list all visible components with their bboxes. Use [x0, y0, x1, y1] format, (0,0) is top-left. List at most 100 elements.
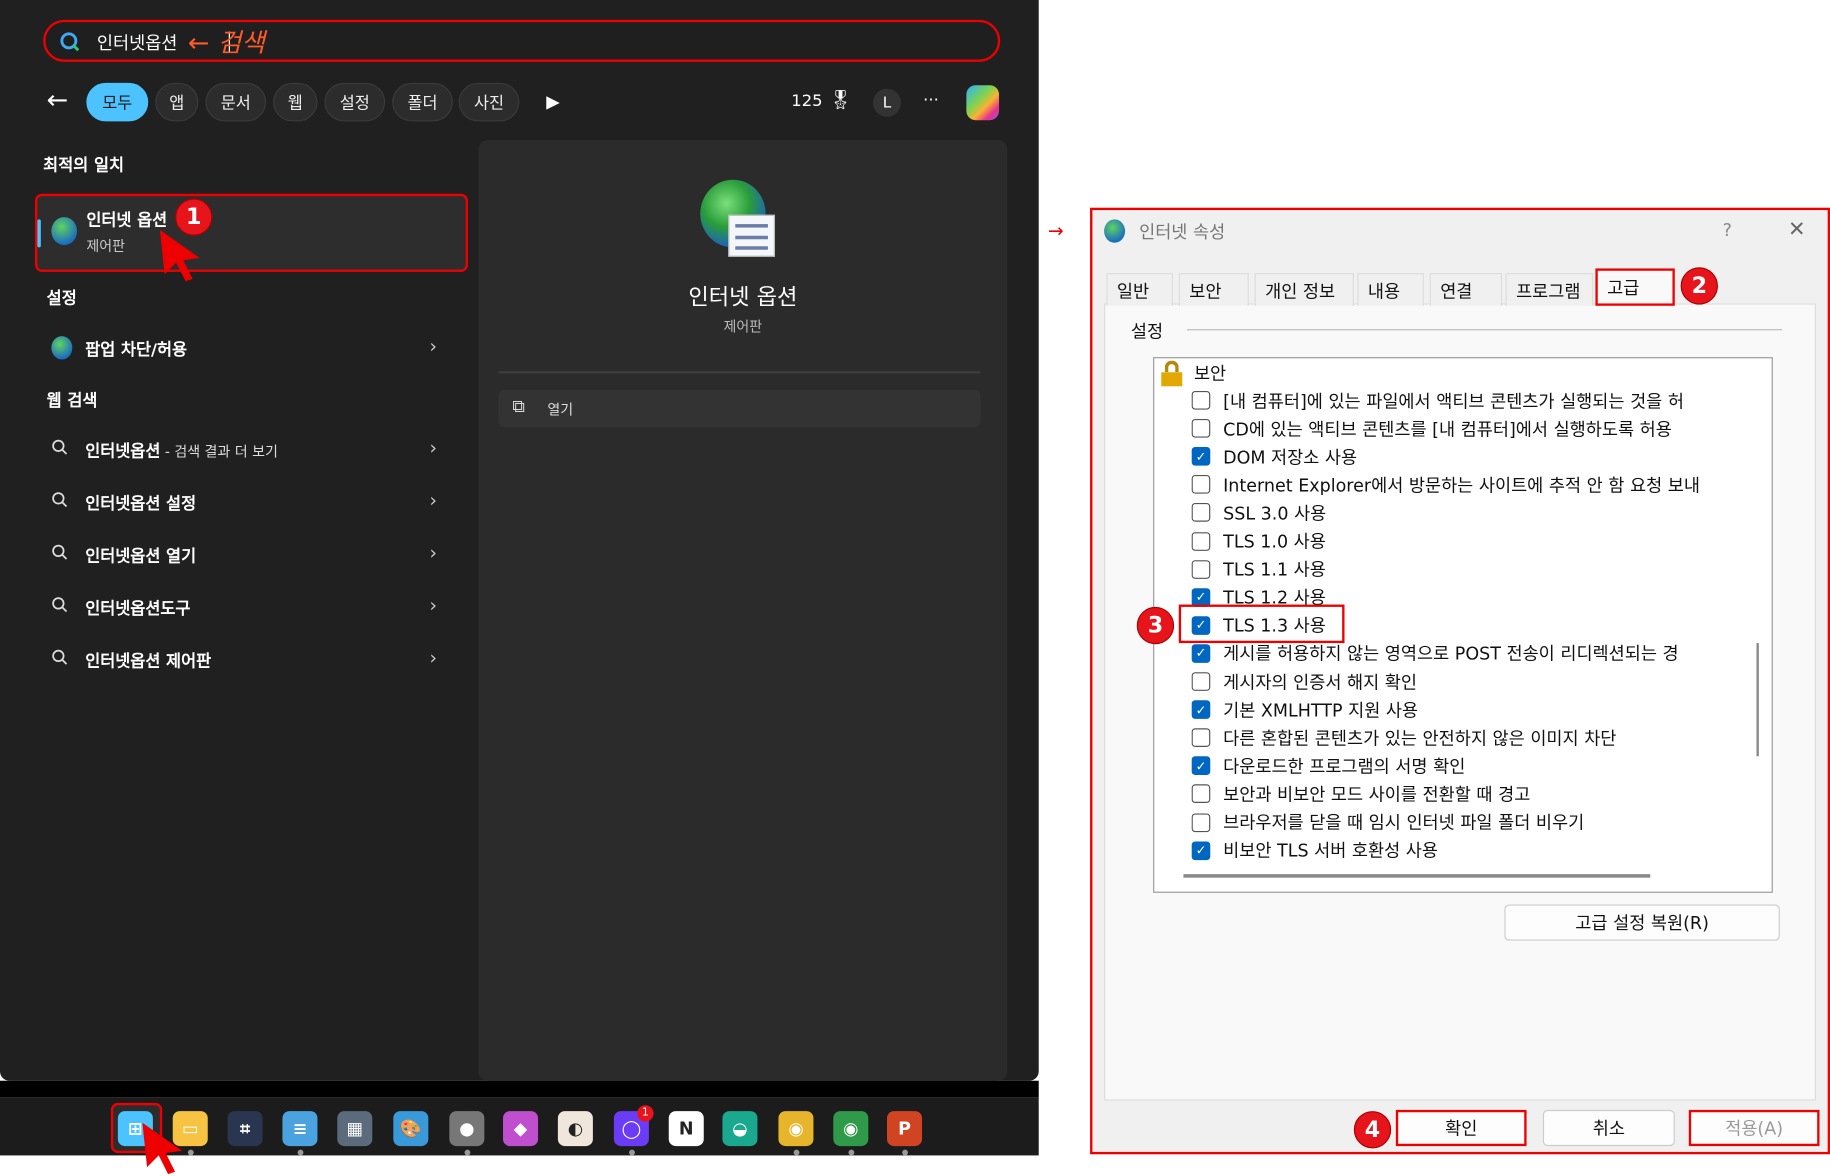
- checkbox[interactable]: [1191, 559, 1211, 579]
- filter-tab-web[interactable]: 웹: [273, 82, 318, 122]
- search-input[interactable]: 인터넷옵션: [97, 30, 178, 55]
- notepad-icon[interactable]: ≡: [282, 1111, 318, 1147]
- setting-option[interactable]: ✓ DOM 저장소 사용: [1191, 444, 1741, 470]
- running-indicator: [902, 1149, 909, 1156]
- vertical-scrollbar[interactable]: [1756, 643, 1759, 757]
- setting-option[interactable]: 보안과 비보안 모드 사이를 전환할 때 경고: [1191, 781, 1741, 807]
- filter-tab-all[interactable]: 모두: [86, 82, 149, 122]
- setting-option[interactable]: CD에 있는 액티브 콘텐츠를 [내 컴퓨터]에서 실행하도록 허용: [1191, 416, 1741, 442]
- setting-option[interactable]: SSL 3.0 사용: [1191, 500, 1741, 526]
- tab-5[interactable]: 프로그램: [1505, 273, 1594, 306]
- checkbox[interactable]: [1191, 672, 1211, 691]
- setting-option[interactable]: ✓ 게시를 허용하지 않는 영역으로 POST 전송이 리디렉션되는 경: [1191, 641, 1741, 667]
- edge-like-icon[interactable]: ◒: [722, 1111, 758, 1147]
- setting-option[interactable]: ✓ 다운로드한 프로그램의 서명 확인: [1191, 753, 1741, 779]
- checkbox[interactable]: [1191, 728, 1211, 748]
- tab-4[interactable]: 연결: [1429, 273, 1503, 306]
- setting-option[interactable]: TLS 1.1 사용: [1191, 556, 1741, 582]
- checkbox[interactable]: ✓: [1191, 756, 1211, 776]
- tab-3[interactable]: 내용: [1357, 273, 1424, 306]
- open-label: 열기: [547, 401, 574, 418]
- chevron-right-icon: ›: [429, 541, 437, 564]
- checkbox[interactable]: [1191, 390, 1211, 410]
- tab-1[interactable]: 보안: [1178, 273, 1249, 306]
- search-icon: [52, 439, 68, 455]
- setting-option[interactable]: 브라우저를 닫을 때 임시 인터넷 파일 폴더 비우기: [1191, 809, 1741, 835]
- chrome-icon[interactable]: ◉: [778, 1111, 814, 1147]
- setting-option[interactable]: TLS 1.0 사용: [1191, 528, 1741, 554]
- web-search-result[interactable]: 인터넷옵션 - 검색 결과 더 보기 ›: [35, 427, 455, 474]
- settings-item-popup-blocker[interactable]: 팝업 차단/허용 ›: [35, 326, 455, 373]
- checkbox[interactable]: [1191, 503, 1211, 523]
- checkbox[interactable]: ✓: [1191, 700, 1211, 720]
- horizontal-scrollbar[interactable]: [1183, 874, 1651, 878]
- help-button[interactable]: ?: [1723, 219, 1732, 240]
- back-arrow-icon[interactable]: ←: [47, 86, 69, 115]
- fluent-drop-icon[interactable]: ◆: [503, 1111, 539, 1147]
- more-options-icon[interactable]: ···: [923, 91, 939, 110]
- option-label: 다른 혼합된 콘텐츠가 있는 안전하지 않은 이미지 차단: [1223, 727, 1617, 749]
- search-icon: [52, 492, 68, 508]
- checkbox[interactable]: [1191, 475, 1211, 495]
- close-button[interactable]: ✕: [1788, 217, 1806, 242]
- checkbox[interactable]: [1191, 531, 1211, 551]
- web-search-label: 인터넷옵션 - 검색 결과 더 보기: [85, 439, 278, 462]
- search-box[interactable]: 인터넷옵션 ← 검색: [43, 19, 1001, 62]
- checkbox[interactable]: [1191, 812, 1211, 832]
- option-label: CD에 있는 액티브 콘텐츠를 [내 컴퓨터]에서 실행하도록 허용: [1223, 418, 1672, 440]
- tab-0[interactable]: 일반: [1106, 273, 1173, 306]
- user-avatar[interactable]: L: [872, 88, 902, 117]
- cancel-button[interactable]: 취소: [1542, 1109, 1675, 1147]
- medal-icon[interactable]: 🎖: [829, 89, 853, 111]
- checkbox[interactable]: ✓: [1191, 644, 1211, 663]
- taskbar-gap: [0, 1080, 1039, 1098]
- calculator-icon[interactable]: ▦: [337, 1111, 373, 1147]
- web-search-result[interactable]: 인터넷옵션 제어판 ›: [35, 637, 455, 684]
- option-label: SSL 3.0 사용: [1223, 502, 1327, 524]
- filter-tab-documents[interactable]: 문서: [205, 82, 267, 122]
- paint-icon[interactable]: 🎨: [393, 1111, 429, 1147]
- best-match-internet-options[interactable]: 인터넷 옵션 제어판: [35, 193, 469, 272]
- divider: [498, 371, 981, 374]
- ok-button[interactable]: 확인: [1395, 1109, 1527, 1147]
- filter-tab-folders[interactable]: 폴더: [392, 82, 453, 122]
- apple-icon[interactable]: ●: [449, 1111, 485, 1147]
- checkbox[interactable]: ✓: [1191, 447, 1211, 466]
- setting-option[interactable]: ✓ 기본 XMLHTTP 지원 사용: [1191, 697, 1741, 723]
- filter-tab-apps[interactable]: 앱: [155, 82, 199, 122]
- suffix-text: - 검색 결과 더 보기: [160, 443, 278, 460]
- internet-options-icon: [51, 217, 78, 246]
- open-external-icon: ⧉: [512, 395, 525, 417]
- checkbox[interactable]: [1191, 784, 1211, 804]
- web-search-result[interactable]: 인터넷옵션 설정 ›: [35, 480, 455, 527]
- snipping-icon[interactable]: ⌗: [227, 1111, 263, 1147]
- setting-option[interactable]: [내 컴퓨터]에 있는 파일에서 액티브 콘텐츠가 실행되는 것을 허: [1191, 387, 1741, 413]
- query-text: 인터넷옵션: [85, 599, 161, 619]
- rewards-points[interactable]: 125: [791, 92, 822, 111]
- slides-icon[interactable]: ◐: [557, 1111, 593, 1147]
- internet-properties-dialog: 인터넷 속성 ? ✕ 설정 일반 보안 개인 정보 내용 연결 프로그램 고급 2 보안 [내…: [1090, 207, 1830, 1155]
- notion-icon[interactable]: N: [668, 1111, 704, 1147]
- more-filters-play-icon[interactable]: ▶: [546, 91, 559, 112]
- web-search-result[interactable]: 인터넷옵션 열기 ›: [35, 532, 455, 579]
- restore-advanced-settings-button[interactable]: 고급 설정 복원(R): [1504, 904, 1780, 941]
- chrome-profile-icon[interactable]: ◉: [833, 1111, 869, 1147]
- setting-option[interactable]: ✓ 비보안 TLS 서버 호환성 사용: [1191, 838, 1741, 864]
- apply-button[interactable]: 적용(A): [1688, 1109, 1820, 1147]
- powerpoint-icon[interactable]: P: [886, 1111, 923, 1147]
- open-button[interactable]: ⧉ 열기: [498, 389, 981, 428]
- tab-6[interactable]: 고급: [1595, 268, 1675, 306]
- checkbox[interactable]: ✓: [1191, 841, 1211, 860]
- web-search-result[interactable]: 인터넷옵션도구 ›: [35, 585, 455, 632]
- internet-options-icon: [51, 336, 73, 360]
- web-search-label: 인터넷옵션 제어판: [85, 649, 211, 672]
- checkbox[interactable]: [1191, 419, 1211, 438]
- setting-option[interactable]: 다른 혼합된 콘텐츠가 있는 안전하지 않은 이미지 차단: [1191, 725, 1741, 751]
- setting-option[interactable]: 게시자의 인증서 해지 확인: [1191, 669, 1741, 695]
- filter-tab-settings[interactable]: 설정: [324, 82, 386, 122]
- copilot-icon[interactable]: [966, 85, 1000, 121]
- setting-option[interactable]: Internet Explorer에서 방문하는 사이트에 추적 안 함 요청 …: [1191, 472, 1741, 498]
- option-label: 기본 XMLHTTP 지원 사용: [1223, 699, 1419, 721]
- filter-tab-photos[interactable]: 사진: [458, 82, 520, 122]
- tab-2[interactable]: 개인 정보: [1254, 273, 1354, 306]
